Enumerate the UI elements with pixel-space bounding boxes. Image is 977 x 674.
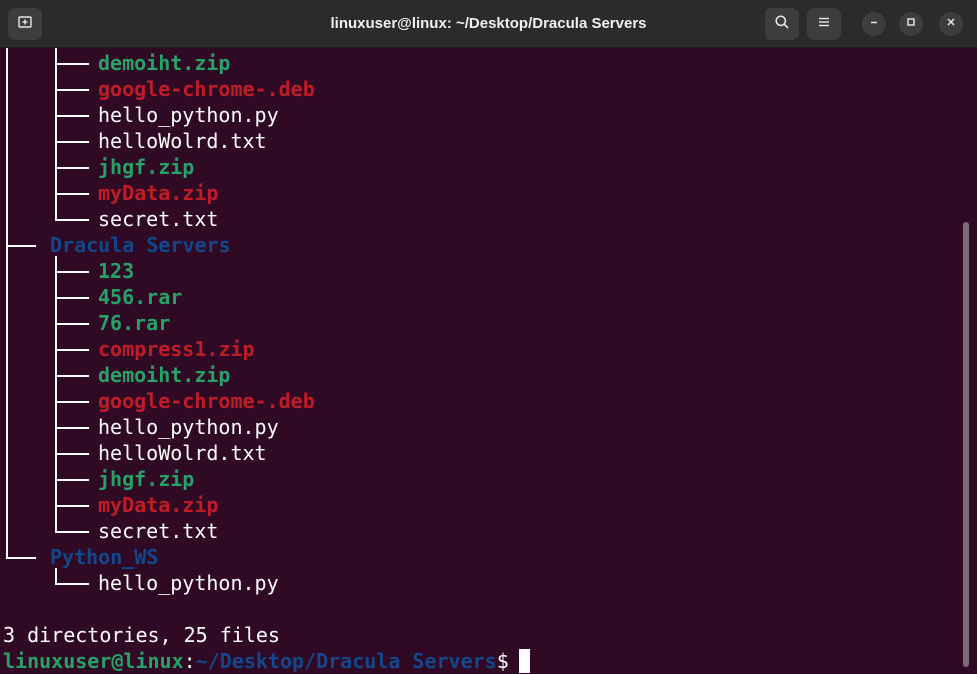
file-entry: hello_python.py: [98, 415, 279, 439]
tree-connector: [55, 63, 89, 65]
file-entry: compress1.zip: [98, 337, 255, 361]
tree-branch-line-group3: [55, 568, 57, 583]
terminal-window: linuxuser@linux: ~/Desktop/Dracula Serve…: [0, 0, 977, 674]
tree-connector: [55, 453, 89, 455]
tree-connector: [55, 479, 89, 481]
file-entry: 76.rar: [98, 311, 171, 335]
tree-connector: [55, 297, 89, 299]
tree-connector: [55, 375, 89, 377]
text-cursor: [518, 649, 530, 673]
tree-connector: [55, 141, 89, 143]
file-entry: hello_python.py: [98, 571, 279, 595]
tree-connector: [55, 167, 89, 169]
tree-connector: [55, 271, 89, 273]
tree-summary: 3 directories, 25 files: [3, 623, 280, 647]
file-entry: secret.txt: [98, 519, 219, 543]
hamburger-menu-icon: [816, 14, 832, 35]
close-button[interactable]: [939, 12, 963, 36]
file-entry: demoiht.zip: [98, 363, 231, 387]
titlebar: linuxuser@linux: ~/Desktop/Dracula Serve…: [0, 0, 977, 48]
minimize-icon: [868, 15, 880, 33]
file-entry: jhgf.zip: [98, 467, 195, 491]
tree-connector: [55, 505, 89, 507]
tree-connector: [55, 193, 89, 195]
new-tab-icon: [17, 14, 33, 35]
file-entry: google-chrome-.deb: [98, 389, 315, 413]
new-tab-button[interactable]: [8, 8, 42, 40]
search-button[interactable]: [765, 8, 799, 40]
prompt-separator: :: [183, 649, 196, 673]
file-entry: google-chrome-.deb: [98, 77, 315, 101]
menu-button[interactable]: [807, 8, 841, 40]
search-icon: [774, 14, 790, 35]
file-entry: hello_python.py: [98, 103, 279, 127]
tree-connector-dir3: [6, 557, 36, 559]
file-entry: jhgf.zip: [98, 155, 195, 179]
file-entry: 456.rar: [98, 285, 183, 309]
close-icon: [945, 15, 957, 33]
file-entry: myData.zip: [98, 493, 219, 517]
directory-entry: Python_WS: [50, 545, 159, 569]
file-entry: myData.zip: [98, 181, 219, 205]
tree-connector: [55, 531, 89, 533]
tree-connector: [55, 583, 89, 585]
tree-connector: [55, 89, 89, 91]
tree-trunk-line: [6, 48, 8, 557]
tree-connector: [55, 115, 89, 117]
scrollbar-thumb[interactable]: [963, 222, 969, 667]
file-entry: secret.txt: [98, 207, 219, 231]
shell-prompt[interactable]: linuxuser@linux:~/Desktop/Dracula Server…: [3, 648, 530, 674]
tree-connector: [55, 219, 89, 221]
directory-entry: Dracula Servers: [50, 233, 231, 257]
maximize-button[interactable]: [899, 12, 923, 36]
tree-connector: [55, 349, 89, 351]
minimize-button[interactable]: [862, 12, 886, 36]
prompt-path: ~/Desktop/Dracula Servers: [195, 649, 497, 673]
tree-connector: [55, 401, 89, 403]
prompt-user: linuxuser@linux: [3, 649, 184, 673]
file-entry: helloWolrd.txt: [98, 129, 267, 153]
file-entry: 123: [98, 259, 135, 283]
file-entry: demoiht.zip: [98, 51, 231, 75]
prompt-symbol: $: [496, 649, 509, 673]
terminal-output[interactable]: demoiht.zip google-chrome-.deb hello_pyt…: [0, 48, 960, 674]
tree-connector-dir2: [6, 245, 36, 247]
tree-connector: [55, 323, 89, 325]
maximize-icon: [905, 15, 917, 33]
tree-connector: [55, 427, 89, 429]
file-entry: helloWolrd.txt: [98, 441, 267, 465]
